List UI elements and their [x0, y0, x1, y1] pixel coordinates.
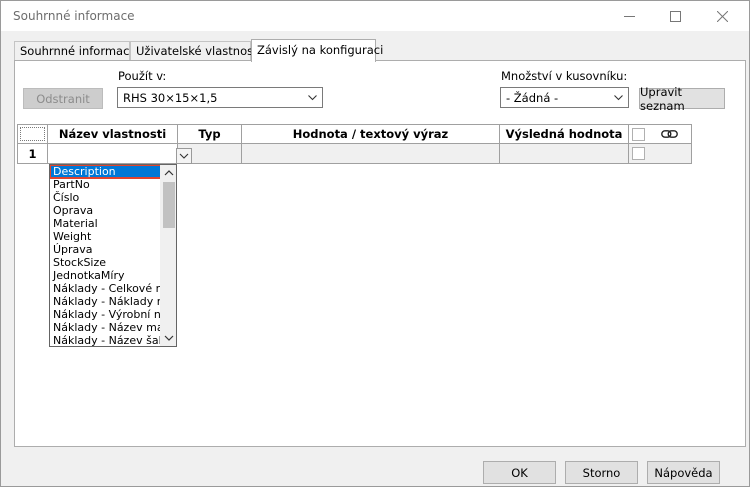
result-cell [500, 144, 629, 164]
dropdown-option[interactable]: Náklady - Náklady na [50, 295, 161, 308]
edit-list-button[interactable]: Upravit seznam [639, 85, 725, 113]
grid-corner[interactable] [17, 124, 48, 144]
dropdown-option[interactable]: Material [50, 217, 161, 230]
column-header-result[interactable]: Výsledná hodnota [500, 124, 629, 144]
maximize-button[interactable] [652, 1, 698, 31]
link-icon[interactable] [661, 129, 679, 139]
dropdown-scrollbar[interactable] [160, 165, 176, 346]
used-in-combobox[interactable]: RHS 30×15×1,5 [117, 87, 323, 108]
window-title: Souhrnné informace [13, 9, 135, 23]
minimize-icon [623, 15, 635, 17]
dialog-window: Souhrnné informace Souhrnné informace Už… [0, 0, 750, 487]
link-cell [629, 144, 692, 164]
dropdown-option[interactable]: JednotkaMíry [50, 269, 161, 282]
maximize-icon [669, 10, 681, 22]
chevron-down-icon[interactable] [161, 330, 177, 346]
bom-quantity-label: Množství v kusovníku: [501, 69, 628, 83]
dropdown-option[interactable]: Náklady - Název šabl [50, 334, 161, 346]
chevron-down-icon [308, 95, 317, 101]
dropdown-option[interactable]: Úprava [50, 243, 161, 256]
chevron-down-icon [614, 95, 623, 101]
dropdown-option[interactable]: Číslo [50, 191, 161, 204]
value-cell[interactable] [242, 144, 500, 164]
dropdown-items: Description PartNo Číslo Oprava Material Weig… [50, 165, 162, 346]
dropdown-option[interactable]: PartNo [50, 178, 161, 191]
chevron-up-icon[interactable] [161, 165, 177, 181]
close-icon [716, 10, 728, 22]
delete-button[interactable]: Odstranit [23, 88, 103, 109]
tab-configuration-specific[interactable]: Závislý na konfiguraci [251, 39, 383, 62]
property-name-dropdown-list[interactable]: Description PartNo Číslo Oprava Material Weig… [49, 164, 177, 347]
close-button[interactable] [699, 1, 745, 31]
dropdown-option[interactable]: Description [50, 165, 162, 179]
select-all-checkbox[interactable] [632, 128, 645, 141]
dropdown-option[interactable]: Weight [50, 230, 161, 243]
property-name-dropdown-button[interactable] [176, 148, 192, 164]
dropdown-option[interactable]: Oprava [50, 204, 161, 217]
properties-grid: Název vlastnosti Typ Hodnota / textový v… [17, 124, 692, 165]
ok-button[interactable]: OK [483, 461, 556, 484]
dropdown-option[interactable]: StockSize [50, 256, 161, 269]
scrollbar-thumb[interactable] [163, 182, 175, 228]
row-link-checkbox[interactable] [632, 147, 645, 160]
column-header-value[interactable]: Hodnota / textový výraz [242, 124, 500, 144]
tab-custom-properties[interactable]: Uživatelské vlastnosti [130, 41, 261, 61]
bom-quantity-combobox[interactable]: - Žádná - [500, 87, 629, 108]
used-in-label: Použít v: [118, 69, 167, 83]
tab-summary[interactable]: Souhrnné informace [14, 41, 137, 61]
help-button[interactable]: Nápověda [647, 461, 720, 484]
column-header-type[interactable]: Typ [178, 124, 242, 144]
minimize-button[interactable] [606, 1, 652, 31]
dropdown-option[interactable]: Náklady - Celkové ná [50, 282, 161, 295]
row-number: 1 [17, 144, 48, 164]
title-bar: Souhrnné informace [1, 1, 749, 31]
used-in-value: RHS 30×15×1,5 [123, 90, 218, 105]
property-name-cell[interactable] [48, 144, 178, 164]
bom-quantity-value: - Žádná - [506, 90, 559, 105]
chevron-down-icon [179, 153, 189, 159]
column-header-property-name[interactable]: Název vlastnosti [48, 124, 178, 144]
cancel-button[interactable]: Storno [565, 461, 638, 484]
dropdown-option[interactable]: Náklady - Název mate [50, 321, 161, 334]
dropdown-option[interactable]: Náklady - Výrobní ná [50, 308, 161, 321]
column-header-link [629, 124, 692, 144]
